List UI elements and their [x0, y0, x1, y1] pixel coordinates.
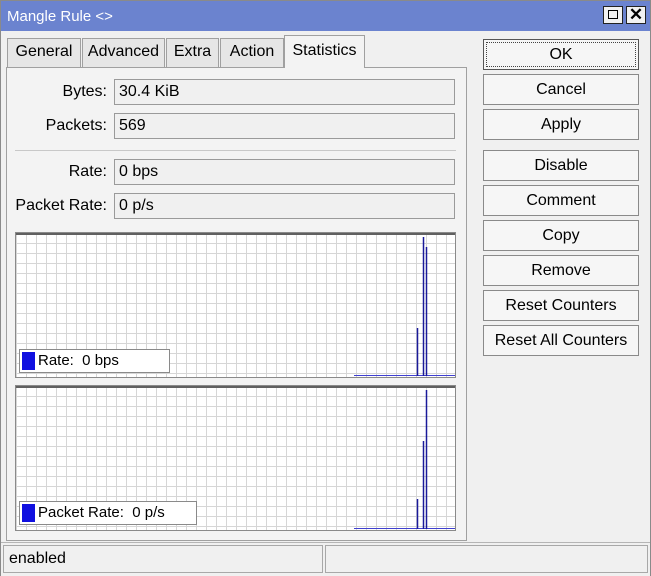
rate-graph: Rate: 0 bps	[15, 232, 456, 378]
close-button[interactable]: ✕	[626, 5, 646, 24]
remove-button[interactable]: Remove	[483, 255, 639, 286]
packet-rate-legend: Packet Rate: 0 p/s	[19, 501, 197, 525]
bytes-field[interactable]: 30.4 KiB	[114, 79, 455, 105]
mangle-rule-window: Mangle Rule <> ✕ General Advanced Extra …	[0, 0, 651, 576]
rate-label: Rate:	[68, 163, 107, 180]
rate-legend-swatch	[22, 352, 35, 370]
tab-general[interactable]: General	[7, 38, 81, 67]
packet-rate-graph: Packet Rate: 0 p/s	[15, 385, 456, 531]
status-secondary	[325, 545, 648, 573]
rate-field[interactable]: 0 bps	[114, 159, 455, 185]
window-title: Mangle Rule <>	[7, 8, 113, 25]
packet-rate-legend-swatch	[22, 504, 35, 522]
copy-button[interactable]: Copy	[483, 220, 639, 251]
packets-label: Packets:	[45, 117, 107, 134]
reset-counters-button[interactable]: Reset Counters	[483, 290, 639, 321]
status-bar: enabled	[1, 542, 650, 576]
reset-all-counters-button[interactable]: Reset All Counters	[483, 325, 639, 356]
packet-rate-label: Packet Rate:	[15, 197, 107, 214]
statistics-panel: Bytes: 30.4 KiB Packets: 569 Rate: 0 bps…	[6, 67, 467, 541]
packets-field[interactable]: 569	[114, 113, 455, 139]
title-bar[interactable]: Mangle Rule <> ✕	[1, 1, 650, 31]
cancel-button[interactable]: Cancel	[483, 74, 639, 105]
rate-legend: Rate: 0 bps	[19, 349, 170, 373]
apply-button[interactable]: Apply	[483, 109, 639, 140]
close-icon: ✕	[628, 5, 644, 24]
maximize-icon	[608, 10, 618, 19]
tab-extra[interactable]: Extra	[166, 38, 219, 67]
maximize-button[interactable]	[603, 6, 623, 24]
ok-button[interactable]: OK	[483, 39, 639, 70]
status-state: enabled	[3, 545, 323, 573]
tab-advanced[interactable]: Advanced	[82, 38, 165, 67]
tab-statistics[interactable]: Statistics	[284, 35, 365, 68]
packet-rate-legend-text: Packet Rate: 0 p/s	[38, 504, 165, 521]
comment-button[interactable]: Comment	[483, 185, 639, 216]
packet-rate-field[interactable]: 0 p/s	[114, 193, 455, 219]
divider	[15, 150, 456, 151]
rate-legend-text: Rate: 0 bps	[38, 352, 119, 369]
disable-button[interactable]: Disable	[483, 150, 639, 181]
tab-action[interactable]: Action	[220, 38, 284, 67]
bytes-label: Bytes:	[62, 83, 107, 100]
